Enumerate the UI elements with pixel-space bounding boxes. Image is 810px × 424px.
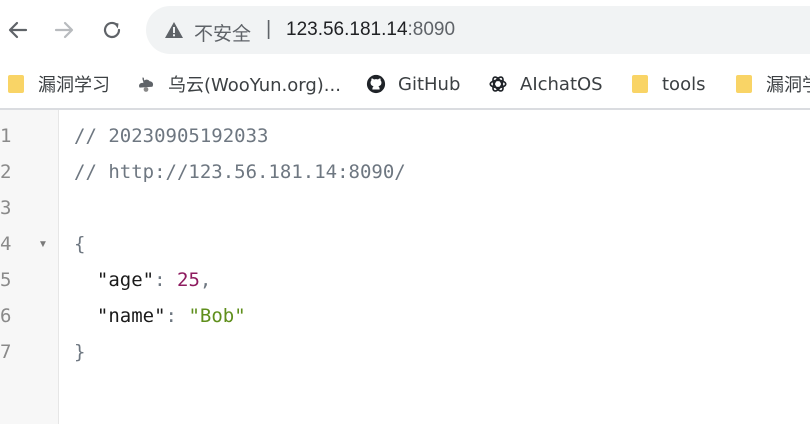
security-status-text[interactable]: 不安全	[194, 19, 251, 46]
line-number: 2	[0, 161, 12, 183]
reload-icon	[103, 21, 121, 39]
code-line-name: "name": "Bob"	[74, 298, 246, 334]
json-comma: ,	[199, 269, 212, 291]
bookmark-label: 漏洞学	[766, 75, 810, 96]
back-button[interactable]	[0, 12, 36, 48]
code-line-age: "age": 25,	[74, 262, 211, 298]
arrow-left-icon	[8, 21, 28, 39]
bookmark-label: GitHub	[398, 73, 461, 95]
folder-icon	[6, 74, 26, 94]
wooyun-icon	[136, 74, 156, 94]
bookmark-label: 漏洞学习	[38, 75, 110, 96]
json-viewer: 1 2 3 4 ▼ 5 6 7 // 20230905192033 // htt…	[0, 110, 810, 424]
line-number: 7	[0, 341, 12, 363]
code-comment-url: // http://123.56.181.14:8090/	[74, 161, 406, 183]
line-number: 3	[0, 197, 12, 219]
url-host: 123.56.181.14	[286, 19, 408, 40]
line-number: 4	[0, 233, 12, 255]
arrow-right-icon	[54, 21, 74, 39]
json-colon: :	[154, 269, 166, 291]
url-text[interactable]: 123.56.181.14:8090	[286, 19, 455, 41]
address-separator: |	[266, 18, 272, 40]
folder-icon	[630, 74, 650, 94]
openai-icon	[488, 74, 508, 94]
line-number: 5	[0, 269, 12, 291]
json-colon: :	[165, 305, 177, 327]
code-close-brace: }	[74, 341, 86, 363]
url-port: :8090	[407, 19, 456, 40]
bookmark-folder-vuln-study[interactable]: 漏洞学习	[6, 62, 110, 106]
bookmark-aichatos[interactable]: AIchatOS	[488, 62, 603, 106]
bookmark-github[interactable]: GitHub	[366, 62, 460, 106]
warning-icon[interactable]	[164, 21, 184, 39]
forward-button[interactable]	[46, 12, 82, 48]
json-key-name: "name"	[96, 305, 166, 327]
line-number-gutter: 1 2 3 4 ▼ 5 6 7	[0, 110, 59, 424]
folder-icon	[734, 74, 754, 94]
json-key-age: "age"	[96, 269, 155, 291]
reload-button[interactable]	[94, 12, 130, 48]
address-bar[interactable]: 不安全 | 123.56.181.14:8090	[146, 6, 810, 54]
json-value-name: "Bob"	[188, 305, 246, 327]
browser-toolbar: 不安全 | 123.56.181.14:8090	[0, 0, 810, 62]
bookmark-wooyun[interactable]: 乌云(WooYun.org)...	[136, 62, 341, 106]
fold-toggle-icon[interactable]: ▼	[38, 227, 48, 263]
line-number: 1	[0, 125, 12, 147]
bookmark-label: AIchatOS	[520, 73, 603, 95]
bookmarks-bar: 漏洞学习 乌云(WooYun.org)... GitHub AIchatOS t…	[0, 62, 810, 106]
line-number: 6	[0, 305, 12, 327]
github-icon	[366, 74, 386, 94]
code-open-brace: {	[74, 233, 86, 255]
code-comment-timestamp: // 20230905192033	[74, 125, 269, 147]
json-value-age: 25	[177, 269, 200, 291]
bookmark-label: tools	[662, 73, 706, 95]
bookmark-label: 乌云(WooYun.org)...	[168, 75, 341, 96]
bookmark-folder-vuln-study-2[interactable]: 漏洞学	[734, 62, 810, 106]
bookmark-folder-tools[interactable]: tools	[630, 62, 705, 106]
